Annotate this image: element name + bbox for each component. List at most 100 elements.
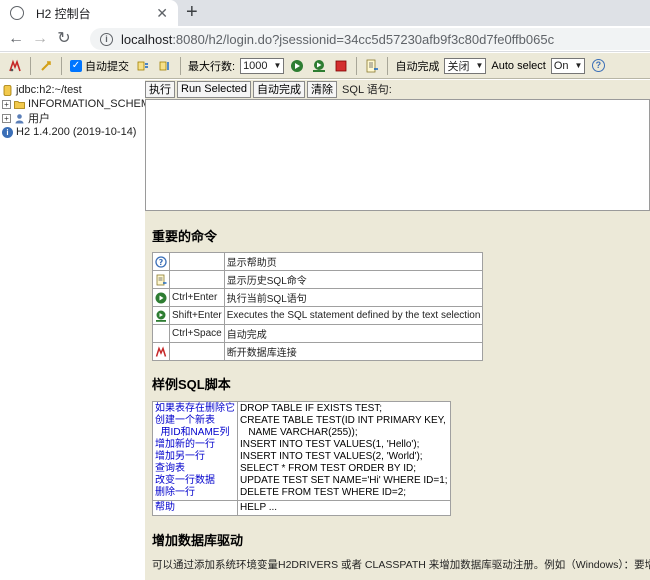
autocomplete-button[interactable]: 自动完成 xyxy=(253,80,306,98)
drivers-text: 可以通过添加系统环境变量H2DRIVERS 或者 CLASSPATH 来增加数据… xyxy=(152,559,650,571)
autoselect-select[interactable]: On ▼ xyxy=(550,57,585,74)
autocomplete-select[interactable]: 关闭 ▼ xyxy=(444,57,487,74)
table-row: 显示历史SQL命令 xyxy=(152,270,484,289)
sample-link[interactable]: 增加新的一行 xyxy=(155,439,235,451)
run-icon[interactable] xyxy=(155,292,167,304)
reload-icon[interactable]: ↻ xyxy=(54,29,74,49)
folder-icon xyxy=(14,100,25,109)
samples-table: 如果表存在删除它 创建一个新表 用ID和NAME列 增加新的一行 增加另一行 查… xyxy=(152,401,451,516)
stop-icon[interactable] xyxy=(333,58,349,74)
sample-sql: INSERT INTO TEST VALUES(2, 'World'); xyxy=(240,451,423,462)
clear-button[interactable]: 清除 xyxy=(307,80,338,98)
sample-sql-cell: DROP TABLE IF EXISTS TEST; CREATE TABLE … xyxy=(237,401,451,501)
tree-users-label: 用户 xyxy=(28,113,50,125)
back-icon[interactable]: ← xyxy=(6,29,26,49)
history-icon[interactable] xyxy=(364,58,380,74)
expand-icon[interactable]: + xyxy=(2,113,11,123)
toolbar-spacer xyxy=(589,57,590,75)
commit-icon[interactable] xyxy=(157,58,173,74)
object-tree: jdbc:h2:~/test + INFORMATION_SCHEMA + 用户… xyxy=(0,80,157,580)
url-field[interactable]: i localhost:8080/h2/login.do?jsessionid=… xyxy=(90,28,650,50)
table-cell[interactable] xyxy=(152,342,170,361)
samples-title: 样例SQL脚本 xyxy=(152,377,231,392)
table-cell xyxy=(169,342,225,361)
history-icon[interactable] xyxy=(155,274,167,286)
main-panel: 执行 Run Selected 自动完成 清除 SQL 语句: 重要的命令 ? … xyxy=(145,80,650,580)
table-row: 帮助 HELP ... xyxy=(152,500,451,516)
table-row: Ctrl+Space 自动完成 xyxy=(152,324,484,343)
autoselect-value: On xyxy=(553,59,569,72)
table-cell: Ctrl+Enter xyxy=(169,288,225,307)
autocommit-checkbox[interactable]: ✓ xyxy=(70,59,82,72)
tree-version: i H2 1.4.200 (2019-10-14) xyxy=(2,125,136,139)
table-cell[interactable] xyxy=(152,270,170,289)
table-cell: Executes the SQL statement defined by th… xyxy=(223,306,484,325)
sample-link[interactable]: 删除一行 xyxy=(155,487,235,499)
sample-link[interactable]: 创建一个新表 xyxy=(155,415,235,427)
sample-link[interactable]: 用ID和NAME列 xyxy=(155,427,235,439)
table-cell xyxy=(169,270,225,289)
sample-sql: CREATE TABLE TEST(ID INT PRIMARY KEY, xyxy=(240,415,446,426)
close-icon[interactable]: ✕ xyxy=(156,6,168,20)
sample-link[interactable]: 查询表 xyxy=(155,463,235,475)
info-icon[interactable]: i xyxy=(100,32,113,46)
table-cell: Ctrl+Space xyxy=(169,324,225,343)
address-bar: ← → ↻ i localhost:8080/h2/login.do?jsess… xyxy=(0,26,650,52)
table-cell: 自动完成 xyxy=(223,324,484,343)
sample-link[interactable]: 增加另一行 xyxy=(155,451,235,463)
table-row: ? 显示帮助页 xyxy=(152,252,484,271)
url-path: :8080/h2/login.do?jsessionid=34cc5d57230… xyxy=(172,31,555,47)
maxrows-value: 1000 xyxy=(243,59,268,72)
drivers-title: 增加数据库驱动 xyxy=(152,533,244,548)
tree-schema-label: INFORMATION_SCHEMA xyxy=(28,98,158,110)
rollback-icon[interactable] xyxy=(135,58,151,74)
help-icon[interactable]: ? xyxy=(155,255,167,268)
commands-table: ? 显示帮助页 显示历史SQL命令 Ctrl+Enter 执行当前SQL语句 S… xyxy=(152,252,484,361)
tab-title: H2 控制台 xyxy=(36,6,91,21)
run-icon[interactable] xyxy=(289,58,305,74)
sample-sql: SELECT * FROM TEST ORDER BY ID; xyxy=(240,463,416,474)
table-row: 如果表存在删除它 创建一个新表 用ID和NAME列 增加新的一行 增加另一行 查… xyxy=(152,401,451,501)
help-link[interactable]: 帮助 xyxy=(155,502,235,514)
toolbar-separator xyxy=(61,56,62,75)
table-cell: 断开数据库连接 xyxy=(223,342,484,361)
globe-icon xyxy=(10,6,24,20)
table-cell: 显示历史SQL命令 xyxy=(223,270,484,289)
tree-connection[interactable]: jdbc:h2:~/test xyxy=(2,83,82,97)
toolbar-separator xyxy=(180,56,181,75)
sql-label: SQL 语句: xyxy=(342,84,392,96)
browser-tabstrip: H2 控制台 ✕ + xyxy=(0,0,650,26)
help-icon[interactable]: ? xyxy=(591,59,605,72)
expand-icon[interactable]: + xyxy=(2,99,11,109)
browser-tab[interactable]: H2 控制台 ✕ xyxy=(0,0,178,26)
sample-link[interactable]: 改变一行数据 xyxy=(155,475,235,487)
database-icon xyxy=(3,84,12,96)
sample-links-cell: 帮助 xyxy=(152,500,238,516)
sample-link[interactable]: 如果表存在删除它 xyxy=(155,403,235,415)
table-cell: 显示帮助页 xyxy=(223,252,484,271)
table-cell[interactable] xyxy=(152,288,170,307)
run-button[interactable]: 执行 xyxy=(145,80,175,98)
chevron-down-icon: ▼ xyxy=(475,61,484,70)
table-cell: Shift+Enter xyxy=(169,306,225,325)
table-row: Ctrl+Enter 执行当前SQL语句 xyxy=(152,288,484,307)
run-selected-icon[interactable] xyxy=(311,58,327,74)
forward-icon[interactable]: → xyxy=(30,29,50,49)
table-cell[interactable]: ? xyxy=(152,252,170,271)
tree-users[interactable]: + 用户 xyxy=(2,111,50,125)
sample-sql: INSERT INTO TEST VALUES(1, 'Hello'); xyxy=(240,439,420,450)
run-selected-button[interactable]: Run Selected xyxy=(177,80,252,98)
run-selected-icon[interactable] xyxy=(155,310,167,322)
sample-sql: NAME VARCHAR(255)); xyxy=(240,427,358,438)
tree-schema[interactable]: + INFORMATION_SCHEMA xyxy=(2,97,157,111)
maxrows-select[interactable]: 1000 ▼ xyxy=(240,57,285,74)
sql-editor[interactable] xyxy=(145,99,650,211)
disconnect-icon[interactable] xyxy=(155,345,167,358)
table-cell[interactable] xyxy=(152,306,170,325)
refresh-icon[interactable] xyxy=(38,58,54,74)
new-tab-button[interactable]: + xyxy=(186,2,198,22)
disconnect-icon[interactable] xyxy=(7,58,23,74)
sample-links-cell: 如果表存在删除它 创建一个新表 用ID和NAME列 增加新的一行 增加另一行 查… xyxy=(152,401,238,501)
sample-sql: DELETE FROM TEST WHERE ID=2; xyxy=(240,487,407,498)
tree-version-label: H2 1.4.200 (2019-10-14) xyxy=(16,126,137,138)
